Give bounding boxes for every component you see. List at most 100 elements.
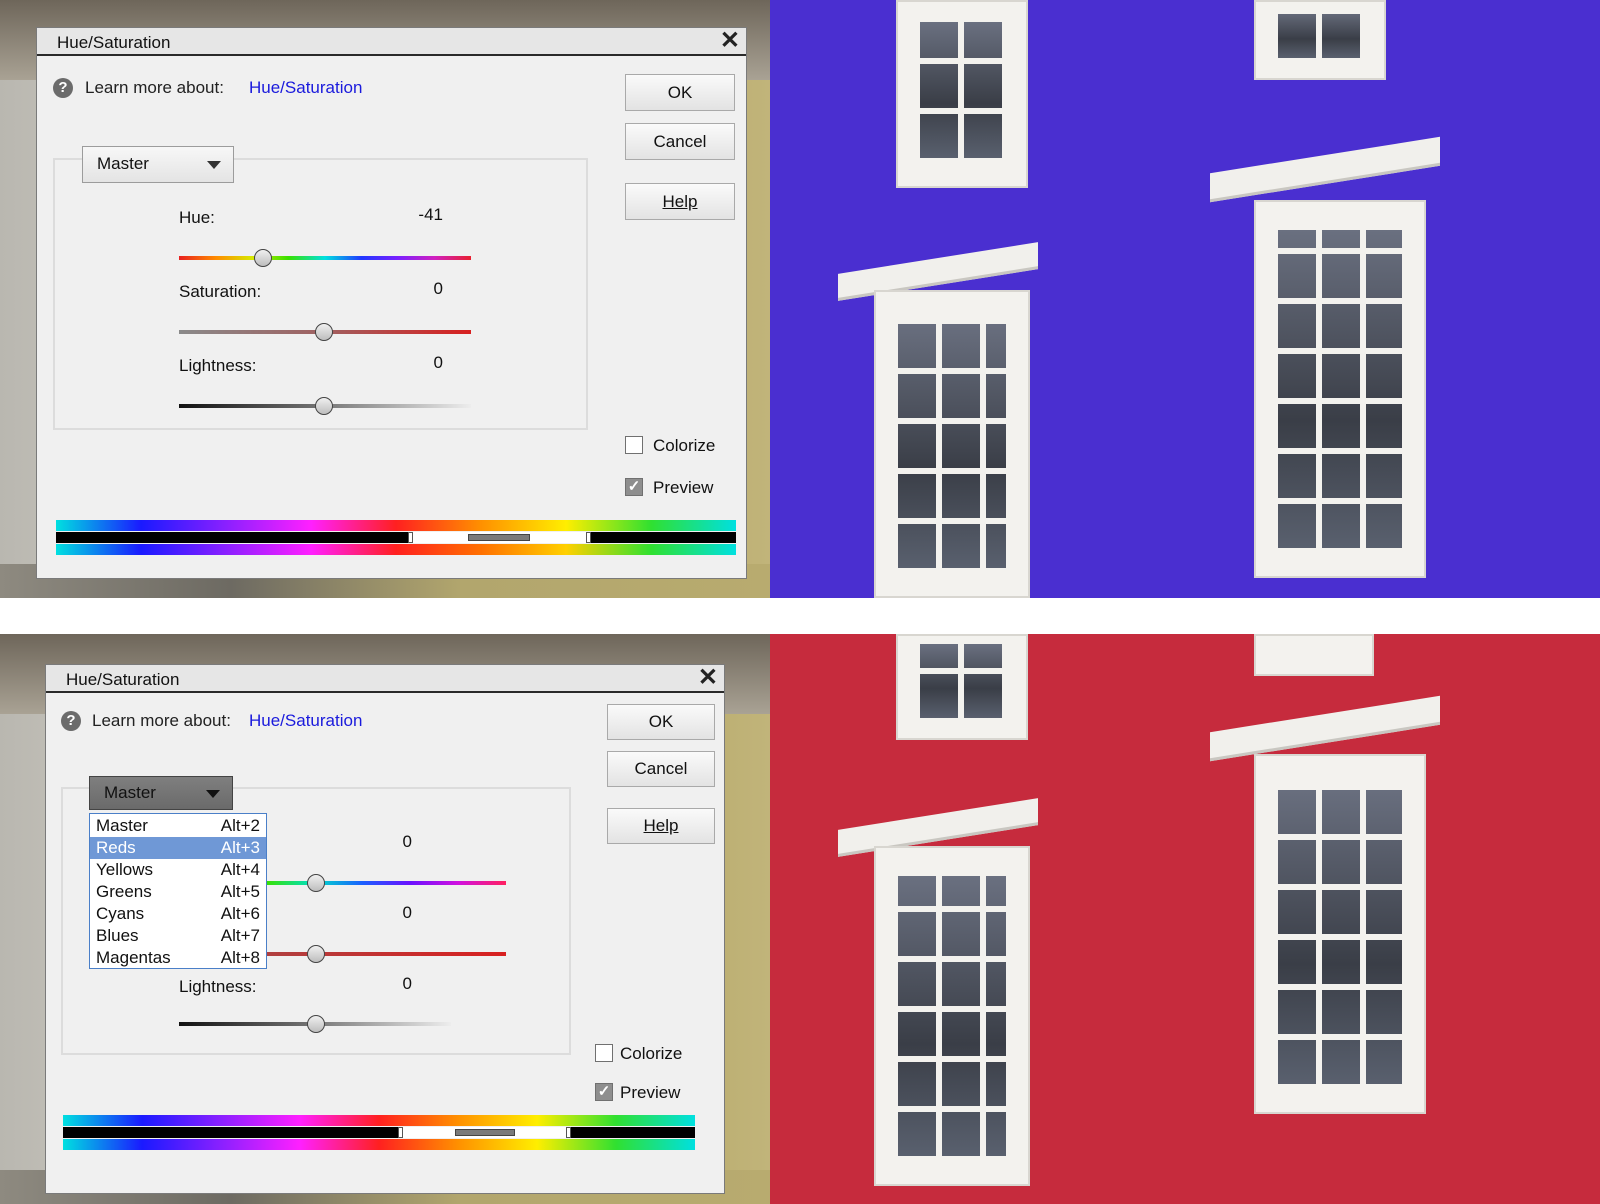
- hue-slider-track[interactable]: [266, 881, 506, 885]
- chevron-down-icon: [207, 161, 221, 169]
- menu-item-shortcut: Alt+2: [220, 816, 260, 835]
- dialog-titlebar: Hue/Saturation ✕: [46, 665, 724, 693]
- window: [1254, 754, 1426, 1114]
- red-wall-photo: [770, 634, 1600, 1204]
- menu-item-shortcut: Alt+3: [220, 838, 260, 857]
- help-icon: ?: [53, 78, 73, 98]
- help-button[interactable]: Help: [607, 808, 715, 844]
- dialog-title: Hue/Saturation: [66, 670, 180, 689]
- menu-item-cyans[interactable]: Cyans Alt+6: [90, 903, 266, 925]
- preview-checkbox[interactable]: ✓: [595, 1083, 613, 1101]
- preview-label: Preview: [653, 478, 714, 497]
- ok-button[interactable]: OK: [607, 704, 715, 740]
- lightness-value[interactable]: 0: [352, 974, 412, 994]
- hue-saturation-dialog: Hue/Saturation ✕ ? Learn more about: Hue…: [45, 664, 725, 1194]
- channel-groupbox: [53, 158, 588, 430]
- range-center-slider[interactable]: [455, 1129, 515, 1136]
- learn-more-link[interactable]: Hue/Saturation: [249, 78, 362, 98]
- help-button[interactable]: Help: [625, 183, 735, 220]
- lightness-value[interactable]: 0: [383, 353, 443, 373]
- menu-item-label: Magentas: [96, 948, 171, 967]
- close-icon[interactable]: ✕: [720, 29, 740, 53]
- saturation-slider-thumb[interactable]: [315, 323, 333, 341]
- preview-checkbox[interactable]: ✓: [625, 478, 643, 496]
- color-range-bar[interactable]: [56, 532, 736, 543]
- output-color-spectrum: [56, 544, 736, 555]
- hue-saturation-dialog: Hue/Saturation ✕ ? Learn more about: Hue…: [36, 27, 747, 579]
- menu-item-label: Blues: [96, 926, 139, 945]
- window-cornice: [1210, 136, 1440, 203]
- help-button-label: Help: [643, 816, 679, 835]
- window: [1254, 200, 1426, 578]
- lightness-slider-thumb[interactable]: [307, 1015, 325, 1033]
- colorize-label: Colorize: [620, 1044, 683, 1063]
- window-cornice: [1210, 695, 1440, 762]
- close-icon[interactable]: ✕: [698, 666, 718, 690]
- menu-item-blues[interactable]: Blues Alt+7: [90, 925, 266, 947]
- hue-label: Hue:: [179, 208, 215, 227]
- range-center-slider[interactable]: [468, 534, 530, 541]
- menu-item-shortcut: Alt+7: [220, 926, 260, 945]
- saturation-value[interactable]: 0: [352, 903, 412, 923]
- hue-slider-thumb[interactable]: [307, 874, 325, 892]
- saturation-slider-track[interactable]: [266, 952, 506, 956]
- dialog-title: Hue/Saturation: [57, 33, 171, 52]
- color-range-bar[interactable]: [63, 1127, 695, 1138]
- menu-item-shortcut: Alt+8: [220, 948, 260, 967]
- menu-item-magentas[interactable]: Magentas Alt+8: [90, 947, 266, 969]
- lightness-label: Lightness:: [179, 356, 257, 375]
- range-right-slider[interactable]: [586, 532, 591, 543]
- blue-wall-photo: [770, 0, 1600, 598]
- saturation-label: Saturation:: [179, 282, 262, 301]
- chevron-down-icon: [206, 790, 220, 798]
- channel-dropdown-label: Master: [104, 783, 156, 802]
- window: [896, 634, 1028, 740]
- learn-more-link[interactable]: Hue/Saturation: [249, 711, 362, 731]
- dialog-titlebar: Hue/Saturation ✕: [37, 28, 746, 56]
- menu-item-label: Cyans: [96, 904, 145, 923]
- menu-item-shortcut: Alt+5: [220, 882, 260, 901]
- hue-slider-thumb[interactable]: [254, 249, 272, 267]
- saturation-value[interactable]: 0: [383, 279, 443, 299]
- menu-item-yellows[interactable]: Yellows Alt+4: [90, 859, 266, 881]
- top-screenshot: Hue/Saturation ✕ ? Learn more about: Hue…: [0, 0, 1600, 598]
- cancel-button[interactable]: Cancel: [625, 123, 735, 160]
- colorize-checkbox[interactable]: [625, 436, 643, 454]
- learn-more-label: Learn more about:: [92, 711, 231, 730]
- cancel-button[interactable]: Cancel: [607, 751, 715, 787]
- hue-slider-track[interactable]: [179, 256, 471, 260]
- menu-item-reds[interactable]: Reds Alt+3: [90, 837, 266, 859]
- lightness-slider-thumb[interactable]: [315, 397, 333, 415]
- menu-item-master[interactable]: Master Alt+2: [90, 815, 266, 837]
- colorize-label: Colorize: [653, 436, 716, 455]
- colorize-checkbox[interactable]: [595, 1044, 613, 1062]
- hue-value[interactable]: 0: [352, 832, 412, 852]
- saturation-slider-thumb[interactable]: [307, 945, 325, 963]
- input-color-spectrum: [56, 520, 736, 531]
- range-left-slider[interactable]: [408, 532, 413, 543]
- window: [874, 290, 1030, 598]
- channel-dropdown[interactable]: Master: [89, 776, 233, 810]
- menu-item-shortcut: Alt+6: [220, 904, 260, 923]
- ok-button[interactable]: OK: [625, 74, 735, 111]
- menu-item-label: Reds: [96, 838, 136, 857]
- bottom-screenshot: Hue/Saturation ✕ ? Learn more about: Hue…: [0, 634, 1600, 1204]
- range-left-slider[interactable]: [398, 1127, 403, 1138]
- lightness-label: Lightness:: [179, 977, 257, 996]
- window: [1254, 0, 1386, 80]
- preview-label: Preview: [620, 1083, 681, 1102]
- window: [896, 0, 1028, 188]
- channel-dropdown-label: Master: [97, 154, 149, 173]
- channel-menu: Master Alt+2 Reds Alt+3 Yellows Alt+4 Greens Al…: [89, 813, 267, 969]
- window: [1254, 634, 1374, 676]
- input-color-spectrum: [63, 1115, 695, 1126]
- channel-dropdown[interactable]: Master: [82, 146, 234, 183]
- output-color-spectrum: [63, 1139, 695, 1150]
- menu-item-shortcut: Alt+4: [220, 860, 260, 879]
- menu-item-greens[interactable]: Greens Alt+5: [90, 881, 266, 903]
- help-button-label: Help: [662, 192, 698, 211]
- range-right-slider[interactable]: [566, 1127, 571, 1138]
- hue-value[interactable]: -41: [383, 205, 443, 225]
- window: [874, 846, 1030, 1186]
- learn-more-label: Learn more about:: [85, 78, 224, 97]
